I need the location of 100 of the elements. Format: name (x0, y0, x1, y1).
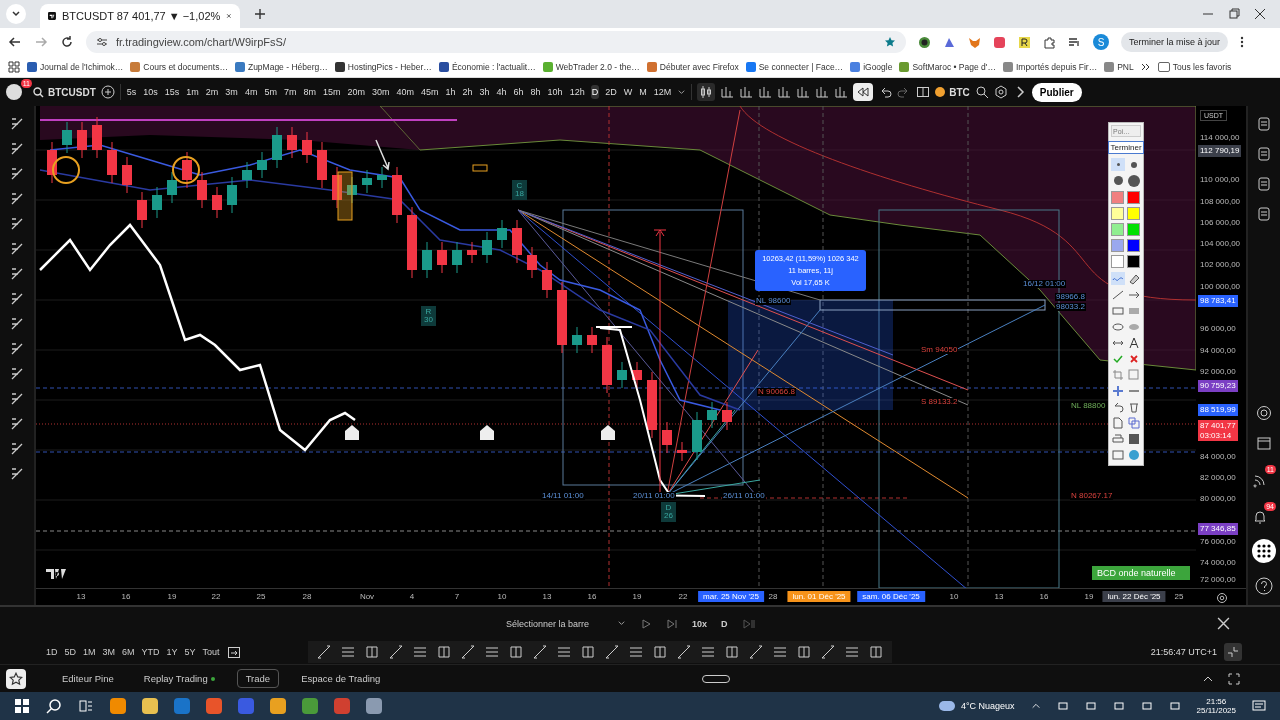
range-button[interactable]: 5Y (184, 647, 196, 657)
bookmark-link[interactable]: Journal de l'Ichimok… (27, 61, 124, 72)
price-tick: 96 000,00 (1200, 324, 1236, 333)
weather-text: 4°C Nuageux (960, 701, 1015, 711)
interval-tab[interactable]: W (622, 85, 634, 99)
time-label: lun. 22 Déc '25 (1102, 591, 1166, 602)
update-button[interactable]: Terminer la mise à jour (1121, 32, 1229, 52)
interval-tab[interactable]: 20m (346, 85, 366, 99)
chart-annotation: N 90066.8 (757, 388, 796, 396)
time-label: lun. 01 Déc '25 (787, 591, 851, 602)
time-label: 13 (75, 592, 87, 601)
compare-symbol-button[interactable]: BTC (935, 86, 970, 98)
interval-tab[interactable]: 4m (243, 85, 259, 99)
interval-tab[interactable]: 1m (185, 85, 200, 99)
interval-tab[interactable]: 8m (302, 85, 317, 99)
chart-annotation: D 26 (661, 502, 676, 522)
chart-annotation: C 18 (512, 180, 527, 200)
range-button[interactable]: YTD (141, 647, 160, 657)
range-button[interactable]: 3M (102, 647, 116, 657)
chart-annotation: 26/11 01:00 (722, 492, 766, 500)
chart-annotation: S 89133.2 (920, 398, 959, 406)
profile-avatar[interactable]: S (1093, 34, 1109, 50)
bookmark-link[interactable]: PNL (1104, 61, 1134, 72)
interval-tab[interactable]: 12h (568, 85, 586, 99)
interval-tab[interactable]: 8h (529, 85, 542, 99)
speed-button[interactable]: 10x (692, 618, 708, 629)
interval-tab[interactable]: 2D (604, 85, 618, 99)
interval-tab[interactable]: 45m (420, 85, 440, 99)
price-tick: 102 000,00 (1200, 260, 1241, 269)
bookmark-link[interactable]: WebTrader 2.0 - the… (542, 61, 640, 72)
chart-annotation: NL 98600 (755, 297, 792, 305)
chart-annotation: R 30 (421, 306, 436, 326)
interval-tab[interactable]: 3h (478, 85, 491, 99)
interval-tab[interactable]: 12M (652, 85, 673, 99)
interval-tab[interactable]: 6h (512, 85, 525, 99)
interval-tab[interactable]: 5s (125, 85, 138, 99)
time-label: 4 (408, 592, 416, 601)
chart-annotation: 14/11 01:00 (541, 492, 585, 500)
interval-tab[interactable]: 15s (163, 85, 181, 99)
time-label: 25 (255, 592, 267, 601)
bookmark-link[interactable]: Importés depuis Fir… (1002, 61, 1098, 72)
wave-label: BCD onde naturelle (1092, 566, 1190, 580)
bookmark-link[interactable]: HostingPics - Heber… (334, 61, 432, 72)
range-button[interactable]: 1D (46, 647, 58, 657)
bookmark-link[interactable]: Débuter avec Firefox (646, 61, 739, 72)
bookmark-link[interactable]: Se connecter | Face… (745, 61, 844, 72)
range-button[interactable]: 5D (64, 647, 77, 657)
chart-annotation: 98033.2 (1055, 303, 1086, 311)
browser-tab[interactable]: BTCUSDT 87 401,77 ▼ −1,02% (40, 4, 240, 28)
bookmark-link[interactable]: iGoogle (850, 61, 893, 72)
price-tick: 76 000,00 (1200, 537, 1236, 546)
interval-tab[interactable]: 40m (395, 85, 415, 99)
interval-tab[interactable]: M (638, 85, 648, 99)
interval-tab[interactable]: 30m (370, 85, 391, 99)
interval-tab[interactable]: 5m (263, 85, 278, 99)
panel-tab[interactable]: Espace de Trading (293, 670, 389, 687)
price-tag: 87 401,77 03:03:14 (1198, 420, 1238, 442)
interval-tab[interactable]: 2m (204, 85, 220, 99)
interval-tab[interactable]: 10s (142, 85, 159, 99)
chart-annotation: 16/12 01:00 (1022, 280, 1067, 288)
clock-text: 21:56:47 UTC+1 (1150, 647, 1217, 657)
time-label: 16 (120, 592, 132, 601)
range-button[interactable]: 1M (83, 647, 96, 657)
interval-tab[interactable]: 7m (282, 85, 298, 99)
price-tick: 104 000,00 (1200, 239, 1241, 248)
time-label: 13 (993, 592, 1005, 601)
panel-tab[interactable]: Trade (236, 669, 280, 688)
clock-date: 25/11/2025 (1196, 706, 1236, 715)
interval-tab[interactable]: 15m (321, 85, 342, 99)
time-label: 16 (1038, 592, 1050, 601)
range-button[interactable]: 1Y (166, 647, 178, 657)
range-button[interactable]: 6M (122, 647, 135, 657)
address-bar[interactable]: fr.tradingview.com/chart/W9irpFsS/ (86, 31, 906, 53)
interval-tab[interactable]: 2h (461, 85, 474, 99)
time-label: 7 (453, 592, 461, 601)
bookmark-link[interactable]: Économie : l'actualit… (438, 61, 536, 72)
bookmark-folder[interactable]: Tous les favoris (1157, 61, 1232, 72)
interval-tab[interactable]: D (590, 85, 600, 99)
time-label: 28 (301, 592, 313, 601)
interval-tab[interactable]: 3m (224, 85, 239, 99)
interval-tab[interactable]: 1h (444, 85, 457, 99)
panel-tab[interactable]: Replay Trading (135, 670, 223, 687)
finish-button[interactable]: Terminer (1108, 141, 1144, 154)
price-tick: 72 000,00 (1200, 575, 1236, 584)
price-tag: 77 346,85 (1198, 523, 1238, 535)
price-tick: 94 000,00 (1200, 346, 1236, 355)
range-button[interactable]: Tout (202, 647, 220, 657)
bookmark-link[interactable]: ZupMage - Héberg… (234, 61, 328, 72)
select-bar-button[interactable]: Sélectionner la barre (506, 618, 590, 629)
time-label: 19 (631, 592, 643, 601)
interval-button[interactable]: D (721, 618, 728, 629)
chart-annotation: Sm 94050 (920, 346, 959, 354)
bookmark-link[interactable]: Cours et documents… (130, 61, 228, 72)
publish-button[interactable]: Publier (1031, 82, 1082, 102)
bookmark-link[interactable]: SoftMaroc • Page d'… (899, 61, 996, 72)
chart-annotation: 20/11 01:00 (632, 492, 676, 500)
interval-tab[interactable]: 4h (495, 85, 508, 99)
interval-tab[interactable]: 10h (546, 85, 564, 99)
symbol-search[interactable]: BTCUSDT (33, 86, 96, 98)
panel-tab[interactable]: Editeur Pine (54, 670, 122, 687)
